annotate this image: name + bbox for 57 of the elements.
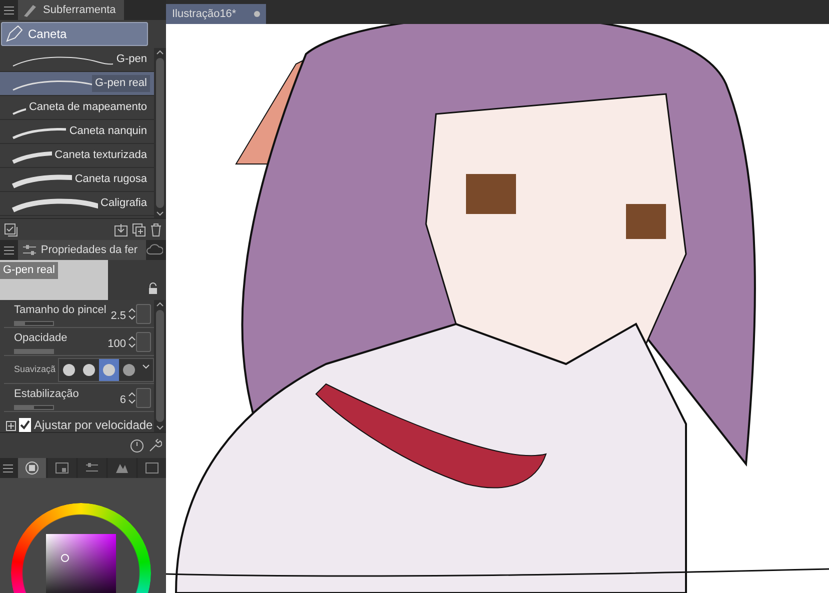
scrollbar[interactable] (154, 300, 166, 432)
slider-track[interactable] (14, 404, 54, 410)
checkbox-label: Ajustar por velocidade (34, 417, 153, 432)
tab-icon (144, 460, 160, 476)
document-title: Ilustração16* (172, 6, 236, 22)
spinner-icon[interactable] (128, 334, 136, 350)
setting-label: Opacidade (14, 331, 68, 346)
scroll-down-icon[interactable] (156, 211, 164, 216)
palette-tab[interactable] (138, 458, 166, 478)
setting-label: Suavizaçã (14, 363, 56, 376)
scroll-up-icon[interactable] (156, 302, 164, 307)
document-tab[interactable]: Ilustração16* (166, 4, 266, 24)
panel-tab[interactable]: Subferramenta (18, 0, 124, 20)
menu-icon[interactable] (4, 6, 14, 14)
download-icon[interactable] (114, 222, 128, 236)
menu-icon[interactable] (4, 246, 14, 254)
menu-icon[interactable] (3, 464, 13, 472)
scrollbar[interactable] (154, 48, 166, 218)
checkbox-icon[interactable] (4, 222, 18, 236)
spinner-icon[interactable] (128, 306, 136, 322)
pen-nib-icon (5, 25, 23, 43)
circle-icon (102, 363, 116, 377)
scroll-up-icon[interactable] (156, 50, 164, 55)
add-copy-icon[interactable] (132, 222, 146, 236)
setting-label: Tamanho do pincel (14, 303, 106, 318)
mountains-tab[interactable] (108, 458, 136, 478)
trash-icon[interactable] (150, 222, 162, 236)
scroll-down-icon[interactable] (156, 425, 164, 430)
circle-icon (82, 363, 96, 377)
tab-icon (54, 460, 70, 476)
sliders-icon (22, 244, 36, 256)
tab-icon (24, 460, 40, 476)
checkbox[interactable] (19, 418, 31, 432)
setting-label: Estabilização (14, 387, 79, 402)
slider-track[interactable] (14, 320, 54, 326)
setting-value[interactable]: 6 (120, 392, 126, 408)
sliders-tab[interactable] (78, 458, 106, 478)
pen-icon (22, 3, 38, 17)
circle-icon (62, 363, 76, 377)
brush-item[interactable]: G-pen real (0, 72, 154, 96)
color-set-tab[interactable] (48, 458, 76, 478)
spinner-icon[interactable] (128, 390, 136, 406)
setting-value[interactable]: 100 (108, 336, 126, 352)
preview-label: G-pen real (0, 262, 58, 278)
tool-group-button[interactable]: Caneta (1, 22, 148, 46)
smoothing-selector[interactable] (58, 358, 154, 382)
color-wheel-tab[interactable] (18, 458, 46, 478)
color-picker-marker[interactable] (61, 554, 69, 562)
panel-tab[interactable]: Propriedades da fer (18, 240, 146, 260)
dot-icon (254, 11, 260, 17)
cloud-icon[interactable] (146, 242, 164, 255)
lock-icon[interactable] (148, 282, 158, 294)
setting-value[interactable]: 2.5 (110, 308, 126, 324)
wrench-icon[interactable] (148, 438, 162, 452)
timer-icon[interactable] (130, 438, 144, 452)
color-square[interactable] (46, 534, 116, 593)
circle-icon (122, 363, 136, 377)
